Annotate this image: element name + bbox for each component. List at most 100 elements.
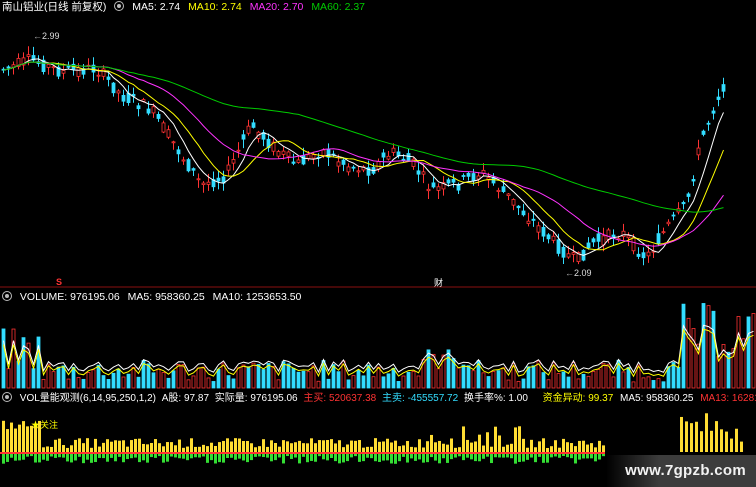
sell-bar [194,454,197,458]
buy-bar [114,440,117,452]
candle-body [306,154,311,159]
buy-bar [730,438,733,452]
buy-bar [266,446,269,452]
buy-bar [10,422,13,452]
sell-bar [266,454,269,458]
indicator-pane[interactable]: VOL量能观测(6,14,95,250,1,2) A股: 97.87 实际量: … [0,390,756,487]
price-chart-pane[interactable]: 南山铝业(日线 前复权) MA5: 2.74 MA10: 2.74 MA20: … [0,0,756,288]
sell-bar [454,454,457,458]
candle-body [436,186,441,191]
sell-bar [566,454,569,458]
volume-bar [161,372,166,389]
candle-body [356,170,361,173]
sell-bar [274,454,277,461]
sell-bar [542,454,545,463]
sell-bar [262,454,265,458]
buy-bar [182,447,185,452]
sell-bar [510,454,513,459]
sell-bar [34,454,37,463]
sell-bar [254,454,257,457]
buy-bar [90,447,93,452]
buy-bar [110,441,113,452]
candle-body [466,172,471,177]
sell-bar [94,454,97,463]
candle-body [161,122,166,133]
candle-body [566,253,571,258]
candle-body [116,90,121,94]
sell-bar [598,454,601,460]
buy-bar [98,446,101,452]
volume-bars [1,303,756,389]
buy-bar [210,442,213,452]
buy-bar [494,426,497,452]
candle-body [61,69,66,74]
volume-bar [11,328,16,389]
sell-bar [166,454,169,462]
buy-bar [426,441,429,452]
settings-icon[interactable] [114,1,125,11]
buy-bar [126,446,129,452]
candle-body [66,65,71,68]
candle-body [156,113,161,119]
indicator-ma5-readout: MA5: 958360.25 [620,393,694,404]
buy-bar [350,440,353,452]
buy-bar [414,447,417,452]
volume-bar [216,368,221,389]
sell-bar [110,454,113,458]
buy-bar [250,443,253,452]
volume-bar [121,376,126,389]
volume-bar [581,373,586,389]
sell-bar [294,454,297,458]
volume-bar [541,372,546,389]
buy-bar [354,440,357,452]
signal-marker-s[interactable]: S [56,277,62,287]
candle-body [591,238,596,243]
candle-body [506,193,511,196]
volume-bar [21,337,26,389]
volume-ma5-readout: MA5: 958360.25 [127,291,205,303]
buy-bar [338,440,341,452]
volume-bar [736,316,741,389]
buy-bar [122,440,125,452]
sell-bar [122,454,125,463]
sell-bar [290,454,293,459]
stock-title: 南山铝业(日线 前复权) [2,1,107,13]
buy-bar [26,426,29,452]
buy-bar [566,442,569,452]
buy-bar [166,442,169,452]
volume-bar [251,362,256,389]
candle-body [511,199,516,206]
candle-body [281,150,286,155]
volume-bar [641,377,646,389]
settings-icon[interactable] [2,291,12,301]
settings-icon[interactable] [2,392,12,402]
sell-bar [438,454,441,464]
candle-body [336,161,341,167]
candle-body [406,153,411,161]
volume-bar [116,368,121,389]
candle-body [501,186,506,192]
sell-bar [54,454,57,458]
buy-bar [58,438,61,452]
volume-bar [361,375,366,389]
sell-bar [298,454,301,464]
volume-header: VOLUME: 976195.06 MA5: 958360.25 MA10: 1… [2,291,306,303]
sell-bar [98,454,101,458]
volume-bar [291,367,296,389]
sell-bar [238,454,241,459]
sell-bar [22,454,25,460]
volume-bar [201,366,206,389]
volume-bar [491,371,496,389]
buy-bar [390,442,393,452]
candle-body [451,178,456,183]
candle-body [251,122,256,128]
volume-bar [601,362,606,389]
volume-bar [521,378,526,389]
volume-bar [306,371,311,389]
sell-bar [494,454,497,458]
sell-bar [46,454,49,461]
volume-chart-pane[interactable]: VOLUME: 976195.06 MA5: 958360.25 MA10: 1… [0,288,756,390]
buy-bar [562,438,565,452]
candle-body [351,166,356,169]
candle-body [376,161,381,170]
